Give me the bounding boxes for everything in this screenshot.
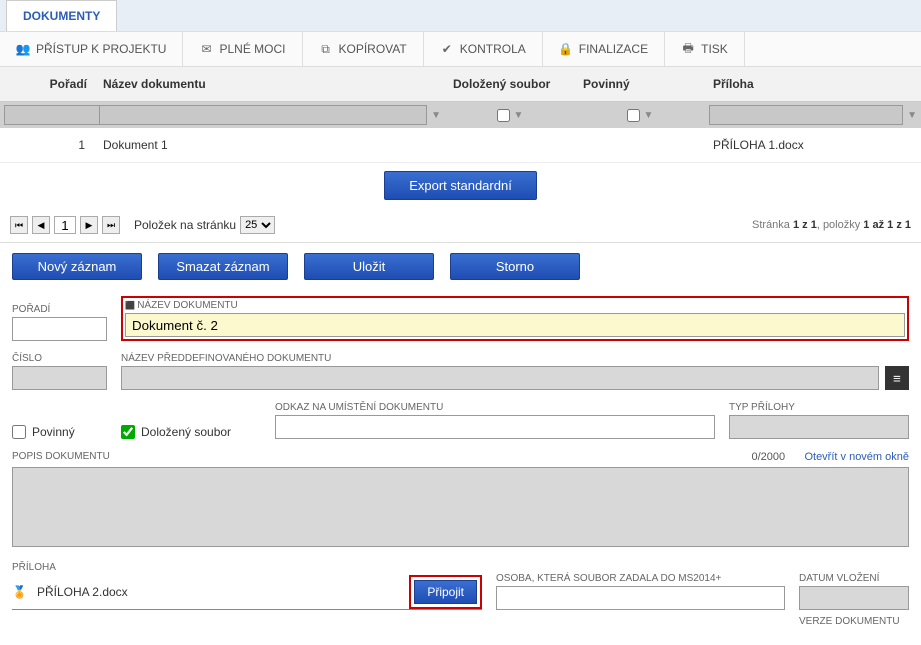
typ-label: TYP PŘÍLOHY	[729, 402, 909, 413]
toolbar: 👥 PŘÍSTUP K PROJEKTU ✉ PLNÉ MOCI ⧉ KOPÍR…	[0, 31, 921, 67]
delete-record-button[interactable]: Smazat záznam	[158, 253, 288, 280]
cell-nazev: Dokument 1	[95, 138, 445, 152]
attach-button[interactable]: Připojit	[414, 580, 477, 604]
per-page-label: Položek na stránku	[134, 218, 236, 232]
envelope-icon: ✉	[199, 42, 213, 56]
toolbar-pristup[interactable]: 👥 PŘÍSTUP K PROJEKTU	[0, 32, 183, 66]
table-row[interactable]: 1 Dokument 1 PŘÍLOHA 1.docx	[0, 128, 921, 163]
odkaz-label: ODKAZ NA UMÍSTĚNÍ DOKUMENTU	[275, 402, 715, 413]
page-input[interactable]	[54, 216, 76, 234]
toolbar-tisk[interactable]: 🖶 TISK	[665, 32, 745, 66]
priloha-label: PŘÍLOHA	[12, 562, 482, 573]
form-buttons: Nový záznam Smazat záznam Uložit Storno	[0, 243, 921, 290]
col-header-dolozeny[interactable]: Doložený soubor	[445, 73, 575, 95]
cell-poradi: 1	[0, 138, 95, 152]
grid-header: Pořadí Název dokumentu Doložený soubor P…	[0, 67, 921, 102]
cell-priloha: PŘÍLOHA 1.docx	[705, 138, 921, 152]
save-button[interactable]: Uložit	[304, 253, 434, 280]
nazev-label: NÁZEV DOKUMENTU	[125, 300, 905, 311]
filter-dolozeny[interactable]	[497, 109, 510, 122]
dolozeny-label: Doložený soubor	[141, 425, 231, 439]
popis-label: POPIS DOKUMENTU	[12, 451, 110, 462]
povinny-label: Povinný	[32, 425, 75, 439]
new-record-button[interactable]: Nový záznam	[12, 253, 142, 280]
export-row: Export standardní	[0, 163, 921, 208]
form-body: POŘADÍ NÁZEV DOKUMENTU ČÍSLO NÁZEV PŘEDD…	[0, 290, 921, 645]
cell-dolozeny	[445, 138, 575, 152]
filter-nazev[interactable]	[99, 105, 427, 125]
preddef-label: NÁZEV PŘEDDEFINOVANÉHO DOKUMENTU	[121, 353, 909, 364]
toolbar-label: KONTROLA	[460, 42, 526, 56]
odkaz-input[interactable]	[275, 415, 715, 439]
check-icon: ✔	[440, 42, 454, 56]
print-icon: 🖶	[681, 42, 695, 56]
osoba-input[interactable]	[496, 586, 785, 610]
col-header-povinny[interactable]: Povinný	[575, 73, 705, 95]
poradi-label: POŘADÍ	[12, 304, 107, 315]
toolbar-finalizace[interactable]: 🔒 FINALIZACE	[543, 32, 665, 66]
toolbar-label: PŘÍSTUP K PROJEKTU	[36, 42, 166, 56]
grid-filter-row: ▼ ▼ ▼ ▼ ▼	[0, 102, 921, 128]
datum-label: DATUM VLOŽENÍ	[799, 573, 909, 584]
people-icon: 👥	[16, 42, 30, 56]
poradi-input[interactable]	[12, 317, 107, 341]
preddef-list-button[interactable]: ≡	[885, 366, 909, 390]
toolbar-label: TISK	[701, 42, 728, 56]
preddef-input[interactable]	[121, 366, 879, 390]
filter-icon[interactable]: ▼	[907, 110, 917, 121]
filter-priloha[interactable]	[709, 105, 903, 125]
toolbar-label: KOPÍROVAT	[339, 42, 407, 56]
toolbar-label: PLNÉ MOCI	[219, 42, 285, 56]
osoba-label: OSOBA, KTERÁ SOUBOR ZADALA DO MS2014+	[496, 573, 785, 584]
filter-icon[interactable]: ▼	[514, 110, 524, 121]
dolozeny-checkbox[interactable]	[121, 425, 135, 439]
verze-label: VERZE DOKUMENTU	[799, 616, 909, 627]
lock-icon: 🔒	[559, 42, 573, 56]
cislo-input[interactable]	[12, 366, 107, 390]
toolbar-kontrola[interactable]: ✔ KONTROLA	[424, 32, 543, 66]
page-first[interactable]: ⏮	[10, 216, 28, 234]
priloha-filename: PŘÍLOHA 2.docx	[33, 581, 397, 603]
copy-icon: ⧉	[319, 42, 333, 56]
filter-icon[interactable]: ▼	[644, 110, 654, 121]
popis-counter: 0/2000	[751, 451, 785, 463]
pagination: ⏮ ◀ ▶ ⏭ Položek na stránku 25 Stránka 1 …	[0, 208, 921, 243]
datum-input[interactable]	[799, 586, 909, 610]
col-header-priloha[interactable]: Příloha	[705, 73, 921, 95]
povinny-checkbox[interactable]	[12, 425, 26, 439]
nazev-input[interactable]	[125, 313, 905, 337]
page-last[interactable]: ⏭	[102, 216, 120, 234]
cell-povinny	[575, 138, 705, 152]
filter-icon[interactable]: ▼	[431, 110, 441, 121]
typ-input[interactable]	[729, 415, 909, 439]
page-next[interactable]: ▶	[80, 216, 98, 234]
certificate-icon[interactable]: 🏅	[12, 585, 27, 599]
export-button[interactable]: Export standardní	[384, 171, 537, 200]
tab-dokumenty[interactable]: DOKUMENTY	[6, 0, 117, 31]
popis-open-link[interactable]: Otevřít v novém okně	[804, 451, 909, 463]
page-prev[interactable]: ◀	[32, 216, 50, 234]
pagination-summary: Stránka 1 z 1, položky 1 až 1 z 1	[752, 219, 911, 231]
toolbar-label: FINALIZACE	[579, 42, 648, 56]
col-header-nazev[interactable]: Název dokumentu	[95, 73, 445, 95]
col-header-poradi[interactable]: Pořadí	[0, 73, 95, 95]
cancel-button[interactable]: Storno	[450, 253, 580, 280]
cislo-label: ČÍSLO	[12, 353, 107, 364]
toolbar-kopirovat[interactable]: ⧉ KOPÍROVAT	[303, 32, 424, 66]
popis-textarea[interactable]	[12, 467, 909, 547]
per-page-select[interactable]: 25	[240, 216, 275, 234]
toolbar-plnemoci[interactable]: ✉ PLNÉ MOCI	[183, 32, 302, 66]
filter-povinny[interactable]	[627, 109, 640, 122]
